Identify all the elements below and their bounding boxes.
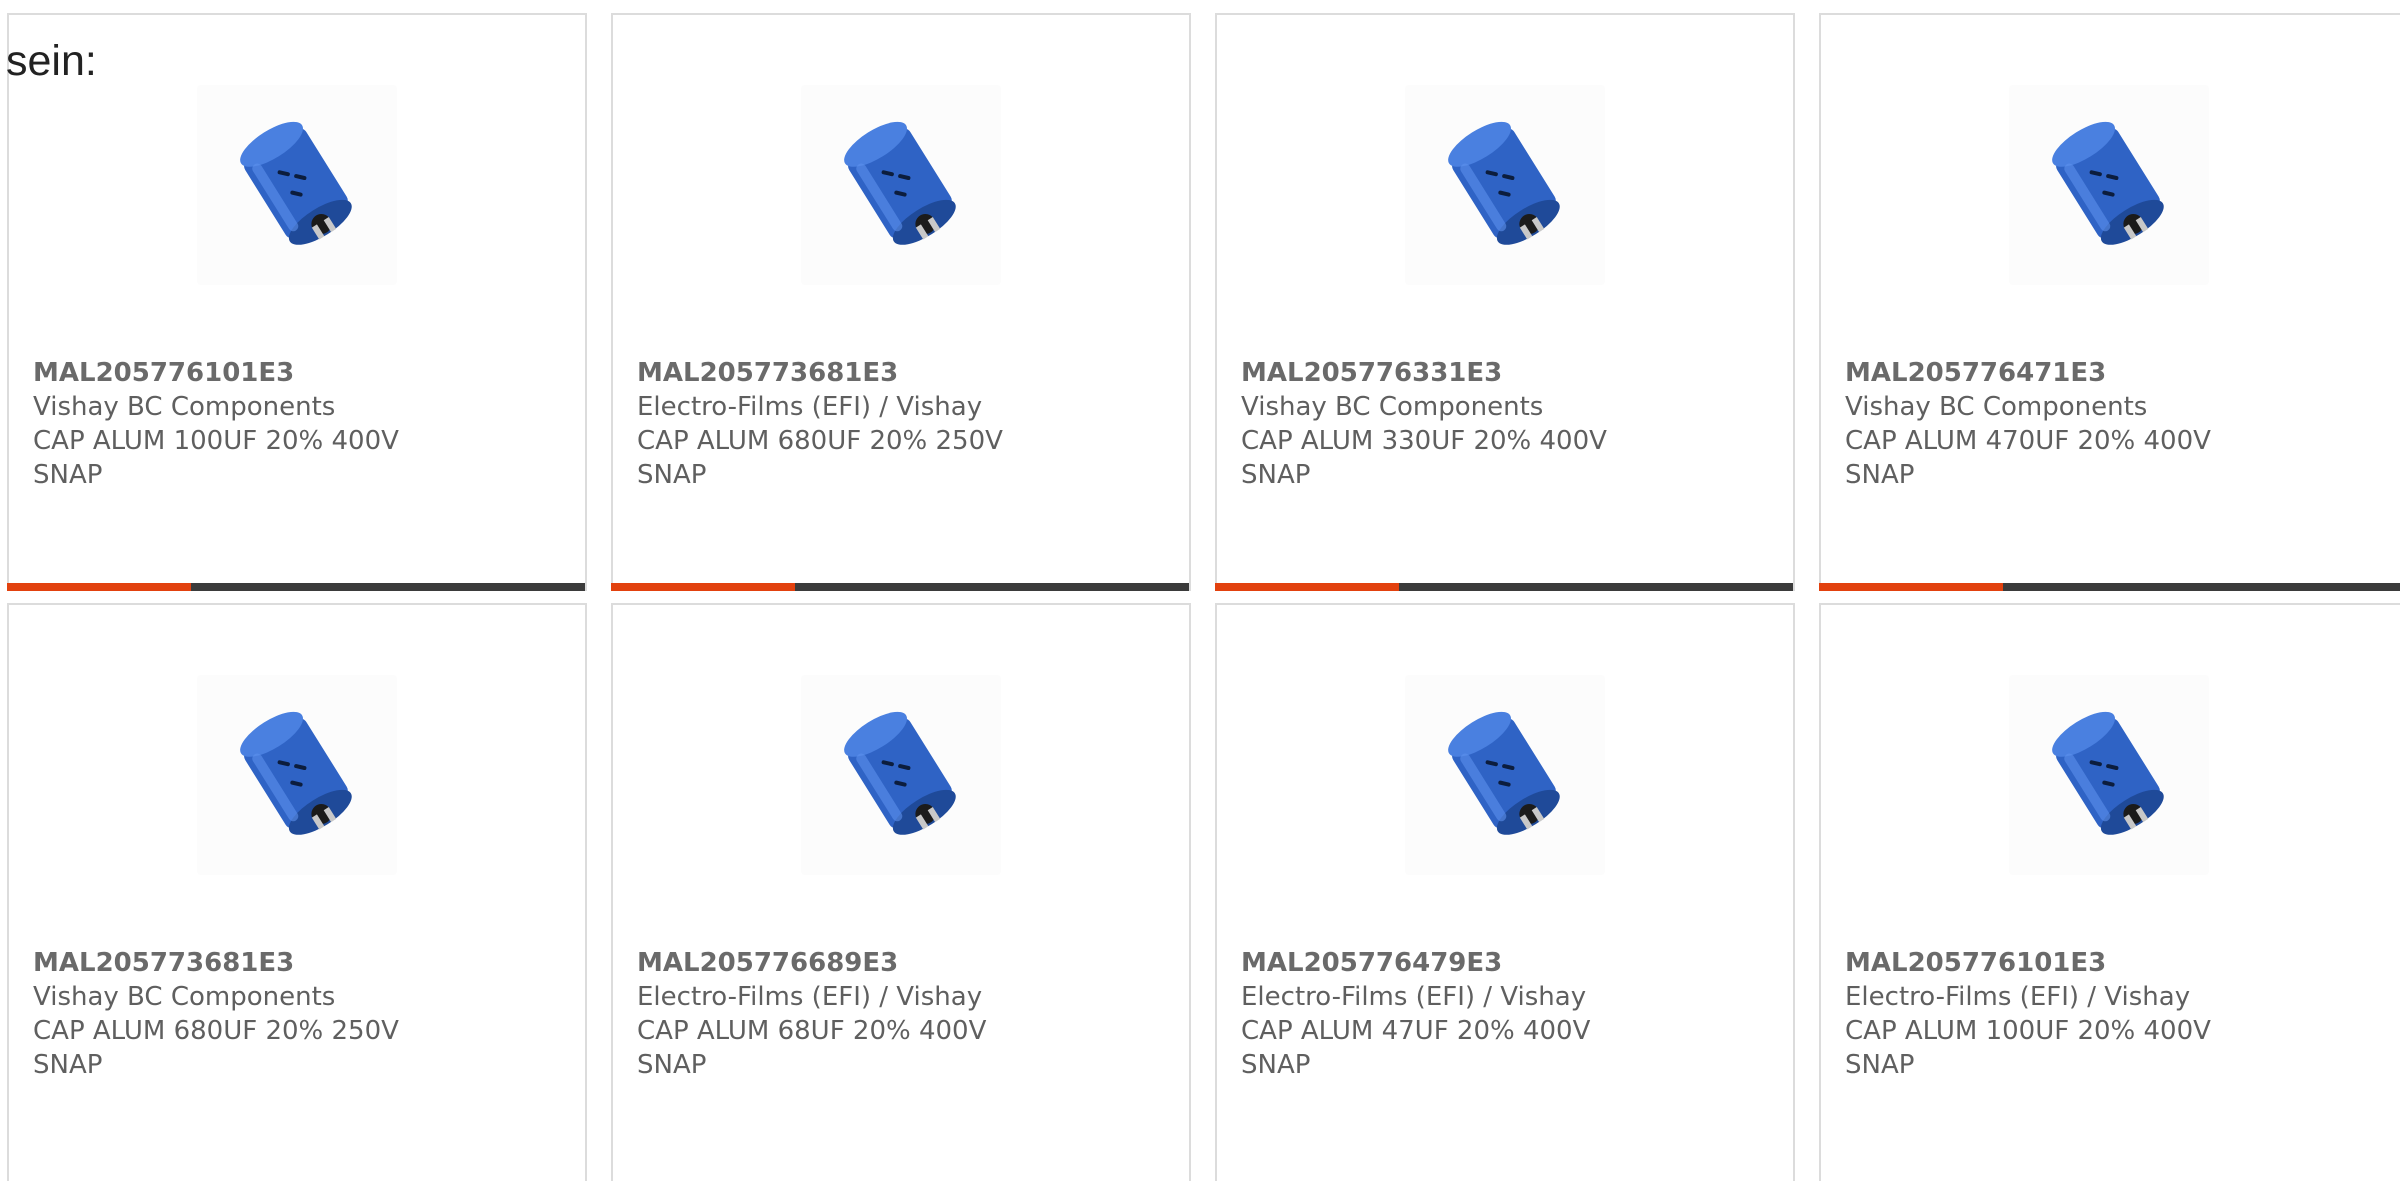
card-bar-accent bbox=[1215, 583, 1399, 591]
part-number[interactable]: MAL205776101E3 bbox=[1845, 946, 2265, 980]
product-info: MAL205776471E3 Vishay BC Components CAP … bbox=[1845, 356, 2265, 492]
description: CAP ALUM 100UF 20% 400V SNAP bbox=[1845, 1016, 2211, 1080]
manufacturer: Electro-Films (EFI) / Vishay bbox=[637, 392, 983, 422]
manufacturer: Electro-Films (EFI) / Vishay bbox=[637, 982, 983, 1012]
capacitor-icon bbox=[844, 711, 956, 835]
part-number[interactable]: MAL205773681E3 bbox=[637, 356, 1057, 390]
part-number[interactable]: MAL205776479E3 bbox=[1241, 946, 1661, 980]
capacitor-image[interactable] bbox=[1405, 675, 1605, 875]
product-card[interactable]: MAL205776101E3 Electro-Films (EFI) / Vis… bbox=[1819, 603, 2400, 1181]
description: CAP ALUM 47UF 20% 400V SNAP bbox=[1241, 1016, 1591, 1080]
product-grid: MAL205776101E3 Vishay BC Components CAP … bbox=[7, 13, 2400, 1181]
capacitor-icon bbox=[2052, 121, 2164, 245]
product-info: MAL205773681E3 Electro-Films (EFI) / Vis… bbox=[637, 356, 1057, 492]
product-info: MAL205776479E3 Electro-Films (EFI) / Vis… bbox=[1241, 946, 1661, 1082]
card-bar bbox=[7, 583, 585, 591]
manufacturer: Vishay BC Components bbox=[33, 982, 336, 1012]
product-card[interactable]: MAL205776331E3 Vishay BC Components CAP … bbox=[1215, 13, 1795, 591]
part-number[interactable]: MAL205776101E3 bbox=[33, 356, 453, 390]
capacitor-image[interactable] bbox=[197, 675, 397, 875]
capacitor-icon bbox=[844, 121, 956, 245]
product-card[interactable]: MAL205776689E3 Electro-Films (EFI) / Vis… bbox=[611, 603, 1191, 1181]
intro-text: sein: bbox=[6, 37, 97, 85]
card-bar-accent bbox=[1819, 583, 2003, 591]
description: CAP ALUM 100UF 20% 400V SNAP bbox=[33, 426, 399, 490]
product-info: MAL205776331E3 Vishay BC Components CAP … bbox=[1241, 356, 1661, 492]
product-info: MAL205776101E3 Electro-Films (EFI) / Vis… bbox=[1845, 946, 2265, 1082]
capacitor-icon bbox=[2052, 711, 2164, 835]
manufacturer: Vishay BC Components bbox=[1845, 392, 2148, 422]
part-number[interactable]: MAL205776331E3 bbox=[1241, 356, 1661, 390]
capacitor-icon bbox=[1448, 711, 1560, 835]
capacitor-image[interactable] bbox=[1405, 85, 1605, 285]
description: CAP ALUM 680UF 20% 250V SNAP bbox=[637, 426, 1003, 490]
description: CAP ALUM 330UF 20% 400V SNAP bbox=[1241, 426, 1607, 490]
part-number[interactable]: MAL205776471E3 bbox=[1845, 356, 2265, 390]
part-number[interactable]: MAL205773681E3 bbox=[33, 946, 453, 980]
product-card[interactable]: MAL205773681E3 Vishay BC Components CAP … bbox=[7, 603, 587, 1181]
capacitor-image[interactable] bbox=[801, 675, 1001, 875]
capacitor-image[interactable] bbox=[2009, 675, 2209, 875]
manufacturer: Electro-Films (EFI) / Vishay bbox=[1845, 982, 2191, 1012]
manufacturer: Vishay BC Components bbox=[1241, 392, 1544, 422]
card-bar bbox=[1215, 583, 1793, 591]
card-bar bbox=[1819, 583, 2400, 591]
product-info: MAL205776101E3 Vishay BC Components CAP … bbox=[33, 356, 453, 492]
capacitor-image[interactable] bbox=[197, 85, 397, 285]
capacitor-icon bbox=[1448, 121, 1560, 245]
manufacturer: Vishay BC Components bbox=[33, 392, 336, 422]
description: CAP ALUM 680UF 20% 250V SNAP bbox=[33, 1016, 399, 1080]
card-bar-accent bbox=[611, 583, 795, 591]
description: CAP ALUM 470UF 20% 400V SNAP bbox=[1845, 426, 2211, 490]
capacitor-icon bbox=[240, 121, 352, 245]
capacitor-image[interactable] bbox=[2009, 85, 2209, 285]
manufacturer: Electro-Films (EFI) / Vishay bbox=[1241, 982, 1587, 1012]
product-card[interactable]: MAL205776479E3 Electro-Films (EFI) / Vis… bbox=[1215, 603, 1795, 1181]
capacitor-image[interactable] bbox=[801, 85, 1001, 285]
card-bar bbox=[611, 583, 1189, 591]
product-card[interactable]: MAL205773681E3 Electro-Films (EFI) / Vis… bbox=[611, 13, 1191, 591]
card-bar-accent bbox=[7, 583, 191, 591]
part-number[interactable]: MAL205776689E3 bbox=[637, 946, 1057, 980]
capacitor-icon bbox=[240, 711, 352, 835]
product-card[interactable]: MAL205776101E3 Vishay BC Components CAP … bbox=[7, 13, 587, 591]
description: CAP ALUM 68UF 20% 400V SNAP bbox=[637, 1016, 987, 1080]
product-info: MAL205773681E3 Vishay BC Components CAP … bbox=[33, 946, 453, 1082]
product-card[interactable]: MAL205776471E3 Vishay BC Components CAP … bbox=[1819, 13, 2400, 591]
product-info: MAL205776689E3 Electro-Films (EFI) / Vis… bbox=[637, 946, 1057, 1082]
